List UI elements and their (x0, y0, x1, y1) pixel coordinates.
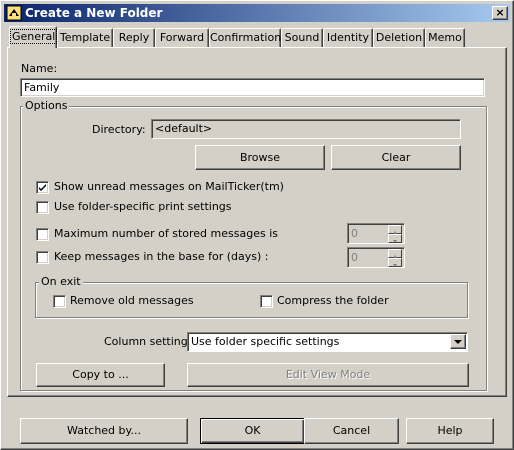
watched-by-button[interactable]: Watched by... (20, 418, 188, 444)
dialog-window: Create a New Folder × General Template R… (0, 0, 514, 450)
folder-app-icon (6, 5, 22, 21)
tab-template[interactable]: Template (57, 28, 113, 47)
tab-confirmation-label: Confirmation (210, 31, 282, 44)
tab-general-label: General (10, 29, 58, 44)
tab-panel-general (7, 47, 507, 397)
tab-sound-label: Sound (284, 31, 320, 44)
tab-template-label: Template (59, 31, 111, 44)
tab-deletion-label: Deletion (375, 31, 423, 44)
tab-identity[interactable]: Identity (323, 28, 373, 47)
tab-confirmation[interactable]: Confirmation (209, 28, 281, 47)
ok-button[interactable]: OK (200, 418, 305, 444)
window-title: Create a New Folder (25, 6, 163, 20)
tab-deletion[interactable]: Deletion (373, 28, 425, 47)
tab-forward-label: Forward (159, 31, 205, 44)
tab-identity-label: Identity (326, 31, 370, 44)
tab-general[interactable]: General (9, 26, 58, 48)
help-button[interactable]: Help (406, 418, 494, 444)
tab-sound[interactable]: Sound (281, 28, 323, 47)
tab-reply[interactable]: Reply (113, 28, 155, 47)
tab-forward[interactable]: Forward (155, 28, 209, 47)
close-icon: × (495, 6, 505, 19)
tab-memo-label: Memo (428, 31, 462, 44)
close-button[interactable]: × (492, 6, 508, 20)
tab-memo[interactable]: Memo (425, 28, 465, 47)
cancel-button[interactable]: Cancel (304, 418, 399, 444)
tab-reply-label: Reply (118, 31, 150, 44)
title-bar[interactable]: Create a New Folder × (4, 4, 510, 22)
